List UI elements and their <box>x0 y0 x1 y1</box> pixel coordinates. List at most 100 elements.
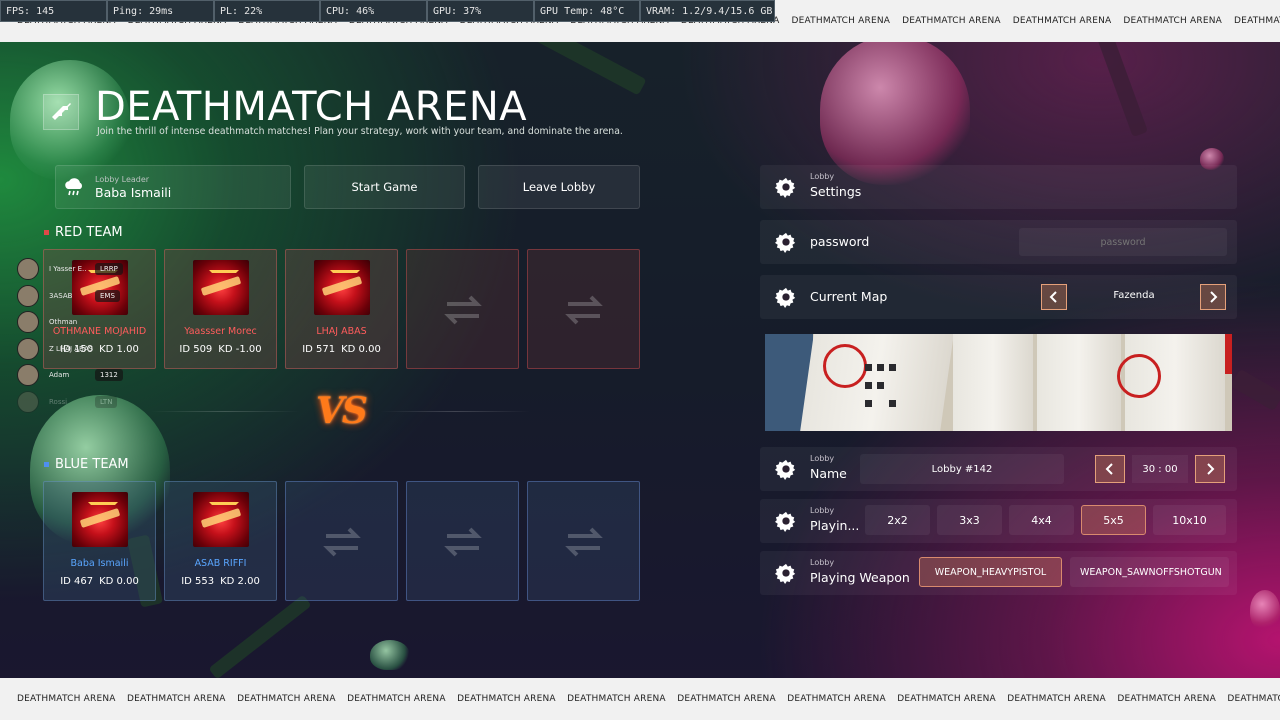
page-subtitle: Join the thrill of intense deathmatch ma… <box>97 126 623 137</box>
time-increase-button[interactable] <box>1195 455 1225 483</box>
player-avatar <box>193 492 249 547</box>
voice-user-tag: EMS <box>95 289 120 302</box>
lobby-name-row: Lobby Name Lobby #142 30 : 00 <box>760 447 1237 491</box>
team-divider <box>380 411 530 412</box>
player-stats: ID 509 KD -1.00 <box>165 344 276 355</box>
map-window <box>865 364 872 371</box>
gear-icon <box>775 511 796 532</box>
voice-user-tag: 1312 <box>95 369 123 382</box>
lobby-screen: DEATHMATCH ARENA Join the thrill of inte… <box>0 0 1280 720</box>
password-input[interactable] <box>1019 228 1227 256</box>
blue-team-title: BLUE TEAM <box>55 457 129 472</box>
map-label: Current Map <box>810 289 888 304</box>
lobby-name-field[interactable]: Lobby #142 <box>860 454 1064 484</box>
empty-blue-slot[interactable] <box>285 481 398 601</box>
player-name: ASAB RIFFI <box>194 558 247 569</box>
player-avatar <box>72 492 128 547</box>
settings-header: Lobby Settings <box>760 165 1237 209</box>
voice-user-tag: LTN <box>95 395 118 408</box>
password-label: password <box>810 234 870 249</box>
map-row: Current Map Fazenda <box>760 275 1237 319</box>
swap-arrows-icon <box>444 527 482 557</box>
player-stats: ID 571 KD 0.00 <box>286 344 397 355</box>
settings-title: Settings <box>810 184 862 199</box>
player-id: ID 553 <box>181 576 215 587</box>
empty-red-slot[interactable] <box>527 249 640 369</box>
players-mode-label: Playin... <box>810 518 860 533</box>
player-id: ID 509 <box>179 344 213 355</box>
swap-arrows-icon <box>323 527 361 557</box>
vram-readout: VRAM: 1.2/9.4/15.6 GB <box>640 0 775 22</box>
map-window <box>877 364 884 371</box>
cpu-readout: CPU: 46% <box>320 0 427 22</box>
voice-user-row: Adam 1312 <box>17 362 147 389</box>
red-team-marker <box>44 230 49 235</box>
cloud-icon <box>62 175 86 199</box>
player-kd: KD -1.00 <box>218 344 262 355</box>
blue-player-slot[interactable]: ASAB RIFFI ID 553 KD 2.00 <box>164 481 277 601</box>
gpu-temp-readout: GPU Temp: 48°C <box>534 0 640 22</box>
player-name: Baba Ismaili <box>70 558 129 569</box>
mode-option-5x5[interactable]: 5x5 <box>1081 505 1146 535</box>
blue-team-heading: BLUE TEAM <box>44 457 129 472</box>
chevron-left-icon <box>1105 463 1113 475</box>
leave-lobby-button[interactable]: Leave Lobby <box>478 165 640 209</box>
avatar <box>17 311 39 334</box>
player-kd: KD 2.00 <box>220 576 260 587</box>
versus-emblem: VS <box>316 390 368 432</box>
voice-user-row: 3ASAB EMS <box>17 283 147 310</box>
voice-user-name: 3ASAB <box>49 291 73 300</box>
map-value: Fazenda <box>1113 290 1155 301</box>
voice-chat-overlay: I Yasser E.. LRRP 3ASAB EMS Othman Z LHAJ … <box>17 256 147 415</box>
player-stats: ID 553 KD 2.00 <box>165 576 276 587</box>
map-prev-button[interactable] <box>1041 284 1067 310</box>
team-divider <box>150 411 300 412</box>
avatar <box>17 390 39 413</box>
avatar <box>17 337 39 360</box>
voice-user-name: I Yasser E.. <box>49 265 87 274</box>
mode-option-10x10[interactable]: 10x10 <box>1153 505 1226 535</box>
map-next-button[interactable] <box>1200 284 1226 310</box>
empty-red-slot[interactable] <box>406 249 519 369</box>
lobby-name-sub: Lobby <box>810 454 835 463</box>
voice-user-name: Rossi <box>49 397 68 406</box>
mode-option-4x4[interactable]: 4x4 <box>1009 505 1074 535</box>
weapon-option-heavypistol[interactable]: WEAPON_HEAVYPISTOL <box>919 557 1062 587</box>
avatar <box>17 258 39 281</box>
map-building <box>1037 334 1121 431</box>
voice-user-row: Rossi LTN <box>17 389 147 416</box>
leader-label: Lobby Leader <box>95 174 150 184</box>
red-player-slot[interactable]: LHAJ ABAS ID 571 KD 0.00 <box>285 249 398 369</box>
player-avatar <box>314 260 370 315</box>
voice-user-row: Z LHAJ ABAS <box>17 336 147 363</box>
mode-option-3x3[interactable]: 3x3 <box>937 505 1002 535</box>
avatar <box>17 364 39 387</box>
avatar <box>17 284 39 307</box>
red-player-slot[interactable]: Yaassser Morec ID 509 KD -1.00 <box>164 249 277 369</box>
map-sign-logo <box>823 344 867 388</box>
player-name: Yaassser Morec <box>184 326 257 337</box>
empty-blue-slot[interactable] <box>527 481 640 601</box>
weapon-sub: Lobby <box>810 558 835 567</box>
player-avatar <box>193 260 249 315</box>
map-preview-image <box>765 334 1232 431</box>
players-mode-row: Lobby Playin... 2x2 3x3 4x4 5x5 10x10 <box>760 499 1237 543</box>
voice-user-name: Adam <box>49 371 70 380</box>
weapon-label: Playing Weapon <box>810 570 910 585</box>
voice-user-row: Othman <box>17 309 147 336</box>
mode-option-2x2[interactable]: 2x2 <box>865 505 930 535</box>
map-window <box>865 382 872 389</box>
performance-overlay: FPS: 145 Ping: 29ms PL: 22% CPU: 46% GPU… <box>0 0 775 22</box>
blue-player-slot[interactable]: Baba Ismaili ID 467 KD 0.00 <box>43 481 156 601</box>
rifle-logo-icon <box>43 94 79 130</box>
player-name: LHAJ ABAS <box>316 326 367 337</box>
player-id: ID 467 <box>60 576 94 587</box>
time-decrease-button[interactable] <box>1095 455 1125 483</box>
voice-user-name: Z LHAJ ABAS <box>49 344 93 353</box>
start-game-button[interactable]: Start Game <box>304 165 465 209</box>
swap-arrows-icon <box>565 527 603 557</box>
weapon-option-sawnoffshotgun[interactable]: WEAPON_SAWNOFFSHOTGUN <box>1070 557 1229 587</box>
voice-user-name: Othman <box>49 318 78 327</box>
empty-blue-slot[interactable] <box>406 481 519 601</box>
settings-sub: Lobby <box>810 172 835 181</box>
